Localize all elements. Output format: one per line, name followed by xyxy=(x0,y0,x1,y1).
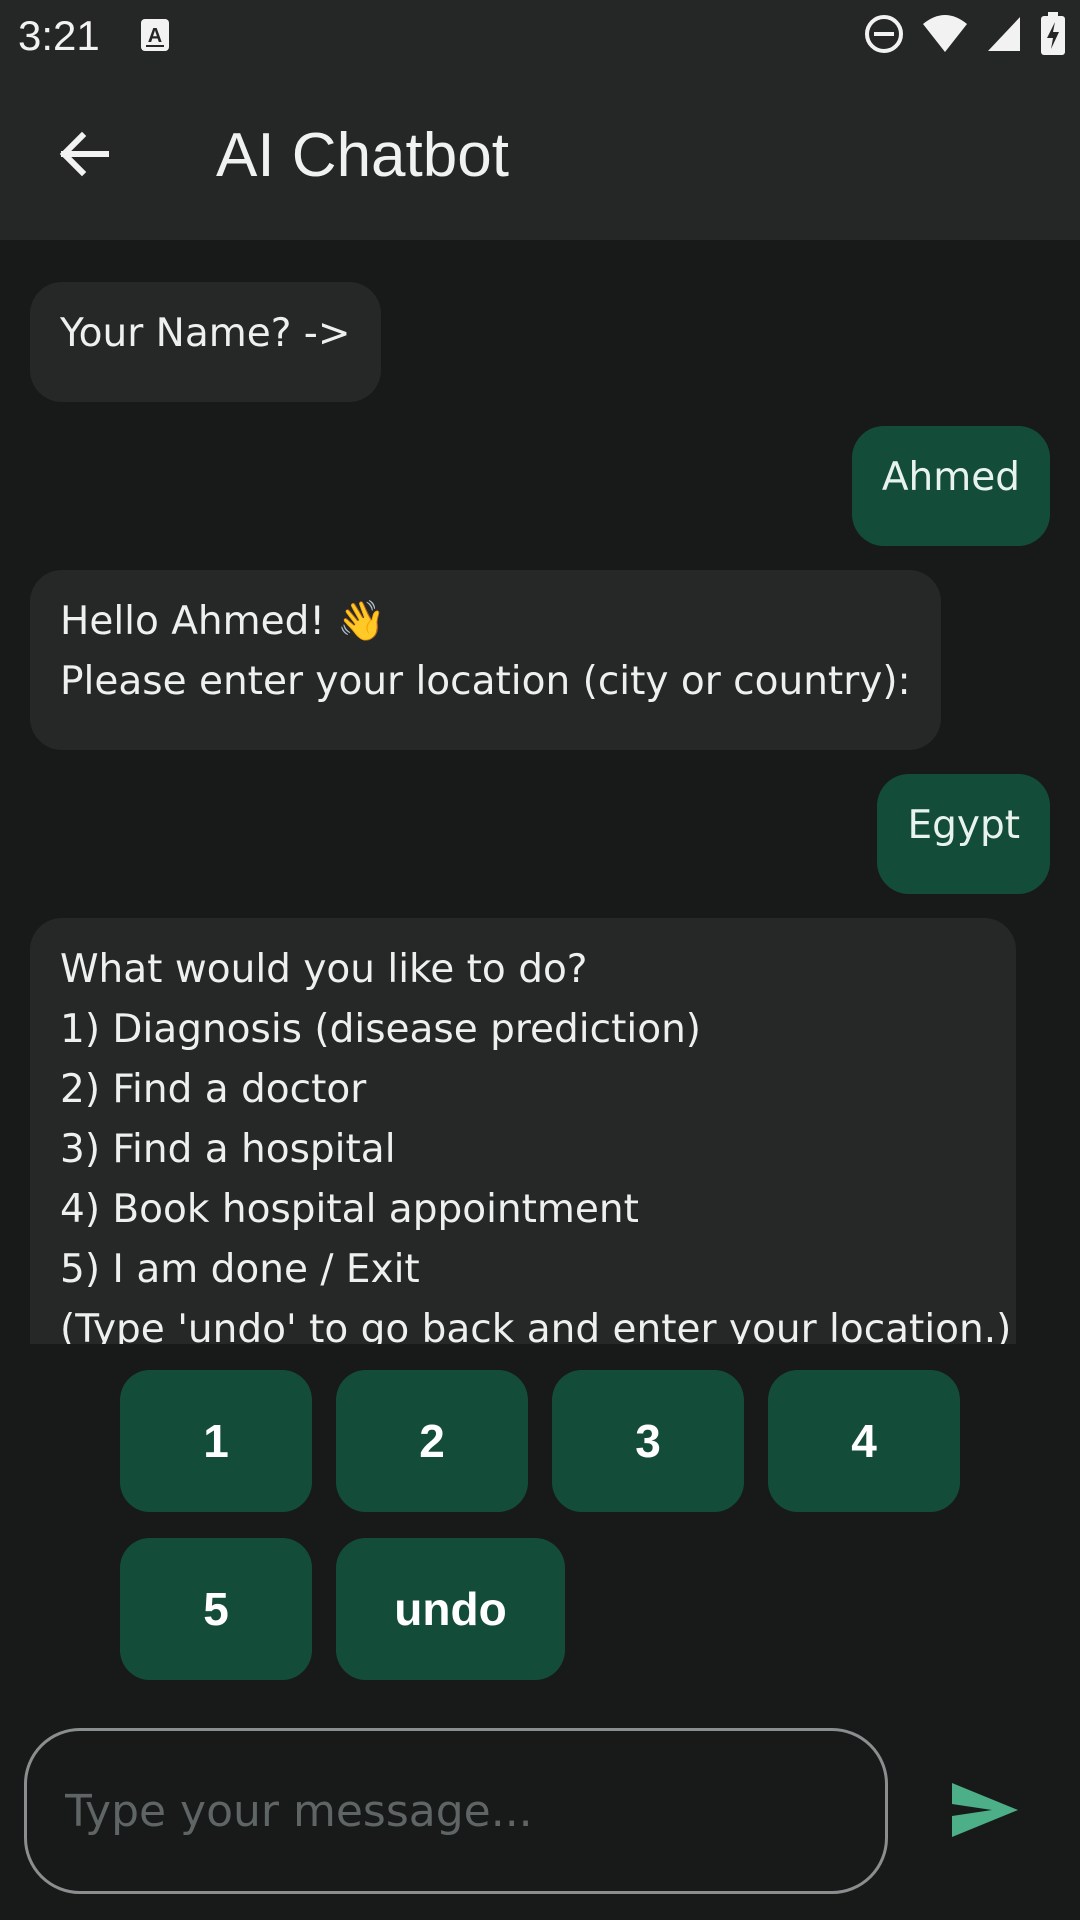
page-title: AI Chatbot xyxy=(216,121,509,190)
arrow-back-icon xyxy=(56,126,112,186)
message-input-container[interactable] xyxy=(24,1728,888,1894)
user-message: Ahmed xyxy=(851,426,1050,546)
svg-text:A: A xyxy=(148,25,162,47)
status-icons xyxy=(864,12,1066,60)
quick-reply-undo-button[interactable]: undo xyxy=(336,1538,565,1680)
user-message: Egypt xyxy=(877,774,1050,894)
do-not-disturb-icon xyxy=(864,14,904,58)
chat-message-list[interactable]: Your Name? -> Ahmed Hello Ahmed! 👋 Pleas… xyxy=(0,240,1080,1344)
bot-message: Hello Ahmed! 👋 Please enter your locatio… xyxy=(30,570,941,750)
wifi-icon xyxy=(922,14,968,58)
back-button[interactable] xyxy=(40,112,128,200)
quick-reply-3-button[interactable]: 3 xyxy=(552,1370,744,1512)
send-button[interactable] xyxy=(940,1770,1030,1854)
bot-message-menu: What would you like to do? 1) Diagnosis … xyxy=(30,918,1016,1344)
quick-reply-4-button[interactable]: 4 xyxy=(768,1370,960,1512)
app-bar: AI Chatbot xyxy=(0,72,1080,240)
bot-message: Your Name? -> xyxy=(30,282,381,402)
send-icon xyxy=(950,1781,1020,1843)
message-input[interactable] xyxy=(63,1784,885,1838)
cellular-signal-icon xyxy=(986,15,1022,57)
status-time: 3:21 xyxy=(18,12,100,59)
quick-reply-5-button[interactable]: 5 xyxy=(120,1538,312,1680)
quick-reply-1-button[interactable]: 1 xyxy=(120,1370,312,1512)
battery-charging-icon xyxy=(1040,12,1066,60)
chat-screen: 3:21 A AI Chatbot Your Name? -> Ahmed He… xyxy=(0,0,1080,1920)
notification-a-icon: A xyxy=(140,18,170,52)
quick-reply-2-button[interactable]: 2 xyxy=(336,1370,528,1512)
status-bar: 3:21 A xyxy=(0,0,1080,72)
